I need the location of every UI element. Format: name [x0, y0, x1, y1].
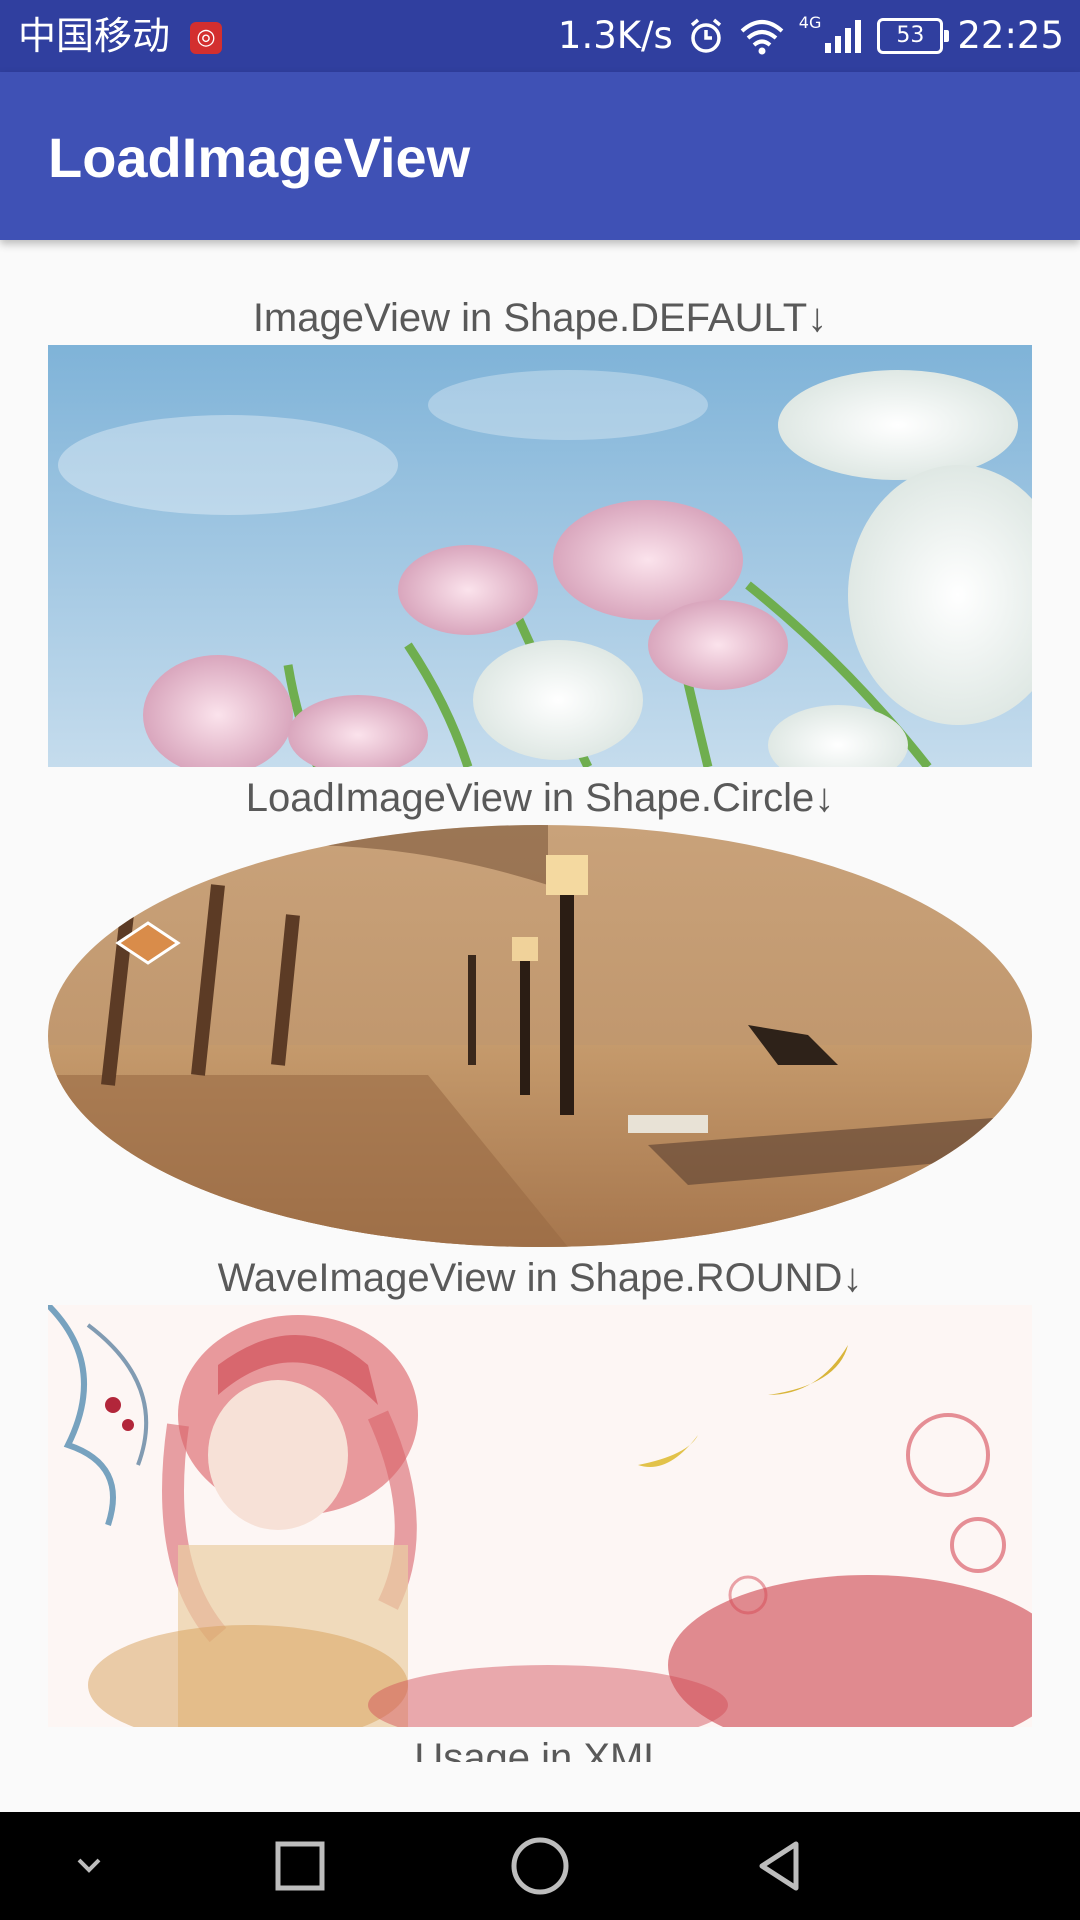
flowers-image: [48, 345, 1032, 767]
netease-music-icon: ◎: [190, 22, 222, 54]
caption-round: WaveImageView in Shape.ROUND↓: [217, 1256, 863, 1300]
chevron-down-icon[interactable]: [34, 1826, 144, 1906]
navigation-bar: [0, 1812, 1080, 1920]
network-type-label: 4G: [798, 12, 822, 32]
status-bar: 中国移动 ◎ 1.3K/s 4G 53 22:25: [0, 0, 1080, 72]
park-street-image: [48, 825, 1032, 1247]
signal-icon: [825, 20, 862, 53]
app-title: LoadImageView: [48, 126, 471, 189]
battery-icon: 53: [877, 18, 950, 54]
status-indicators: 1.3K/s 4G 53 22:25: [557, 12, 1064, 58]
caption-circle: LoadImageView in Shape.Circle↓: [245, 776, 835, 820]
clock: 22:25: [957, 14, 1064, 57]
alarm-icon: [690, 18, 721, 53]
back-triangle-icon[interactable]: [725, 1826, 835, 1906]
network-speed: 1.3K/s: [557, 14, 673, 57]
caption-default: ImageView in Shape.DEFAULT↓: [252, 296, 828, 340]
carrier-label: 中国移动: [18, 14, 171, 58]
recents-square-icon[interactable]: [245, 1826, 355, 1906]
app-bar: LoadImageView: [0, 72, 1080, 240]
anime-girl-image: [48, 1305, 1032, 1727]
caption-usage-xml: Usage in XML: [414, 1736, 666, 1762]
home-circle-icon[interactable]: [485, 1826, 595, 1906]
wifi-icon: [740, 20, 784, 55]
